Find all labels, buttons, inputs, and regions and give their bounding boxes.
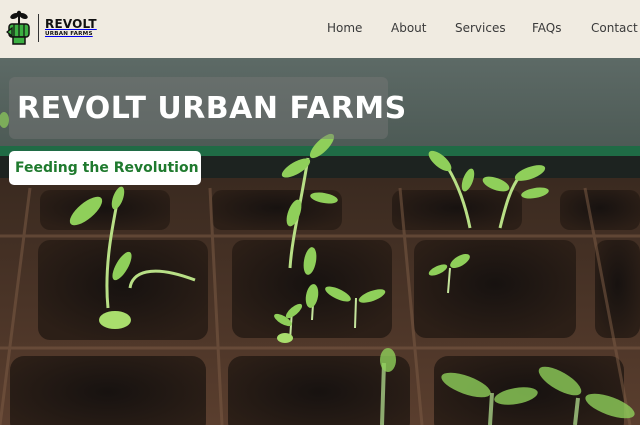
nav-contact[interactable]: Contact: [591, 21, 638, 35]
hero-section: REVOLT URBAN FARMS Feeding the Revolutio…: [0, 58, 640, 425]
hero-tagline: Feeding the Revolution: [15, 160, 199, 176]
nav-about[interactable]: About: [391, 21, 426, 35]
site-header: REVOLT URBAN FARMS Home About Services F…: [0, 0, 640, 58]
hero-title: REVOLT URBAN FARMS: [17, 90, 407, 126]
nav-faqs[interactable]: FAQs: [532, 21, 562, 35]
nav-services[interactable]: Services: [455, 21, 506, 35]
nav-home[interactable]: Home: [327, 21, 362, 35]
hero-title-box: REVOLT URBAN FARMS: [9, 77, 406, 139]
main-nav: Home About Services FAQs Contact: [0, 0, 640, 58]
hero-tagline-box: Feeding the Revolution: [9, 151, 201, 185]
